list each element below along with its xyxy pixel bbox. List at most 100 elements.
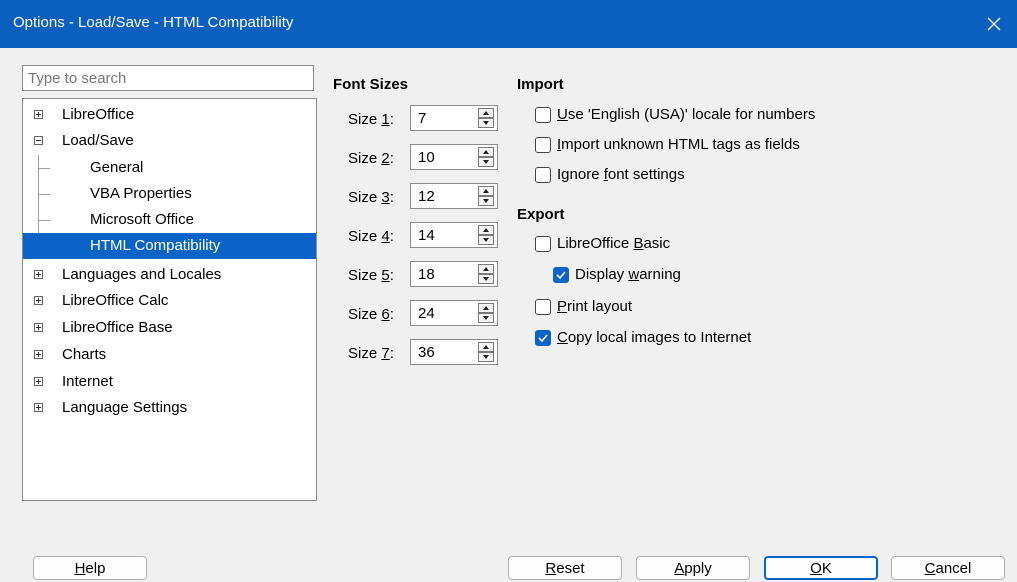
checkbox-box[interactable]	[553, 267, 569, 283]
size-5-spinbox[interactable]: 18	[410, 261, 498, 287]
cancel-button[interactable]: Cancel	[891, 556, 1005, 580]
apply-button[interactable]: Apply	[636, 556, 750, 580]
spin-up-button[interactable]	[478, 225, 494, 235]
button-label: OK	[810, 559, 832, 577]
spin-up-button[interactable]	[478, 264, 494, 274]
spin-up-button[interactable]	[478, 303, 494, 313]
button-label: Cancel	[924, 559, 972, 577]
help-button[interactable]: Help	[33, 556, 147, 580]
arrow-up-icon	[483, 150, 489, 154]
button-label: Apply	[674, 559, 712, 577]
ok-button[interactable]: OK	[764, 556, 878, 580]
spin-down-button[interactable]	[478, 157, 494, 167]
spin-up-button[interactable]	[478, 186, 494, 196]
spin-value: 24	[418, 305, 435, 322]
expand-icon[interactable]	[34, 270, 43, 279]
tree-item-label: Load/Save	[62, 132, 134, 149]
checkbox-box[interactable]	[535, 236, 551, 252]
size-4-spinbox[interactable]: 14	[410, 222, 498, 248]
options-tree[interactable]: LibreOffice Load/Save General VBA Proper…	[22, 98, 317, 501]
checkbox-label: Print layout	[557, 298, 633, 315]
arrow-up-icon	[483, 111, 489, 115]
export-heading: Export	[517, 206, 565, 223]
size-6-spinbox[interactable]: 24	[410, 300, 498, 326]
expand-icon[interactable]	[34, 403, 43, 412]
button-label: Reset	[545, 559, 585, 577]
tree-item-libreoffice-calc[interactable]: LibreOffice Calc	[23, 288, 316, 314]
arrow-up-icon	[483, 228, 489, 232]
spin-up-button[interactable]	[478, 147, 494, 157]
tree-item-general[interactable]: General	[23, 155, 316, 181]
checkbox-box[interactable]	[535, 137, 551, 153]
arrow-down-icon	[483, 160, 489, 164]
size-1-label: Size 1:	[348, 111, 394, 128]
collapse-icon[interactable]	[34, 136, 43, 145]
expand-icon[interactable]	[34, 377, 43, 386]
arrow-up-icon	[483, 345, 489, 349]
spin-down-button[interactable]	[478, 274, 494, 284]
spin-value: 10	[418, 149, 435, 166]
checkbox-label: Import unknown HTML tags as fields	[557, 136, 800, 153]
tree-item-microsoft-office[interactable]: Microsoft Office	[23, 207, 316, 233]
tree-item-internet[interactable]: Internet	[23, 369, 316, 395]
spin-up-button[interactable]	[478, 342, 494, 352]
expand-icon[interactable]	[34, 296, 43, 305]
size-2-spinbox[interactable]: 10	[410, 144, 498, 170]
import-heading: Import	[517, 76, 564, 93]
checkbox-label: Copy local images to Internet	[557, 329, 752, 346]
tree-item-label: LibreOffice Calc	[62, 292, 169, 309]
checkbox-box[interactable]	[535, 167, 551, 183]
checkbox-label: Ignore font settings	[557, 166, 685, 183]
tree-item-label: Languages and Locales	[62, 266, 222, 283]
tree-item-label: HTML Compatibility	[90, 237, 221, 254]
checkbox-box[interactable]	[535, 107, 551, 123]
reset-button[interactable]: Reset	[508, 556, 622, 580]
tree-item-label: General	[90, 159, 144, 176]
checkbox-label: Display warning	[575, 266, 681, 283]
spin-down-button[interactable]	[478, 118, 494, 128]
spin-value: 12	[418, 188, 435, 205]
arrow-up-icon	[483, 306, 489, 310]
spin-down-button[interactable]	[478, 352, 494, 362]
tree-item-label: LibreOffice	[62, 106, 135, 123]
arrow-down-icon	[483, 238, 489, 242]
tree-item-label: Internet	[62, 373, 113, 390]
spin-down-button[interactable]	[478, 313, 494, 323]
tree-item-charts[interactable]: Charts	[23, 342, 316, 368]
arrow-down-icon	[483, 316, 489, 320]
size-1-spinbox[interactable]: 7	[410, 105, 498, 131]
title-bar: Options - Load/Save - HTML Compatibility	[0, 0, 1017, 48]
search-input[interactable]	[22, 65, 314, 91]
spin-down-button[interactable]	[478, 196, 494, 206]
tree-item-label: Microsoft Office	[90, 211, 194, 228]
tree-item-language-settings[interactable]: Language Settings	[23, 395, 316, 421]
tree-item-vba-properties[interactable]: VBA Properties	[23, 181, 316, 207]
spin-down-button[interactable]	[478, 235, 494, 245]
arrow-down-icon	[483, 121, 489, 125]
spin-value: 36	[418, 344, 435, 361]
arrow-up-icon	[483, 267, 489, 271]
tree-item-languages-and-locales[interactable]: Languages and Locales	[23, 262, 316, 288]
size-6-label: Size 6:	[348, 306, 394, 323]
checkbox-label: LibreOffice Basic	[557, 235, 671, 252]
arrow-up-icon	[483, 189, 489, 193]
expand-icon[interactable]	[34, 323, 43, 332]
tree-item-libreoffice-base[interactable]: LibreOffice Base	[23, 315, 316, 341]
size-7-spinbox[interactable]: 36	[410, 339, 498, 365]
tree-item-load-save[interactable]: Load/Save	[23, 128, 316, 154]
expand-icon[interactable]	[34, 350, 43, 359]
spin-up-button[interactable]	[478, 108, 494, 118]
tree-item-libreoffice[interactable]: LibreOffice	[23, 102, 316, 128]
spin-value: 18	[418, 266, 435, 283]
tree-item-label: Language Settings	[62, 399, 188, 416]
checkbox-box[interactable]	[535, 299, 551, 315]
tree-item-html-compatibility[interactable]: HTML Compatibility	[23, 233, 316, 259]
expand-icon[interactable]	[34, 110, 43, 119]
spin-value: 7	[418, 110, 427, 127]
button-label: Help	[74, 559, 106, 577]
close-button[interactable]	[971, 0, 1017, 48]
close-icon	[987, 17, 1001, 31]
checkbox-box[interactable]	[535, 330, 551, 346]
window-title: Options - Load/Save - HTML Compatibility	[13, 14, 294, 31]
size-3-spinbox[interactable]: 12	[410, 183, 498, 209]
